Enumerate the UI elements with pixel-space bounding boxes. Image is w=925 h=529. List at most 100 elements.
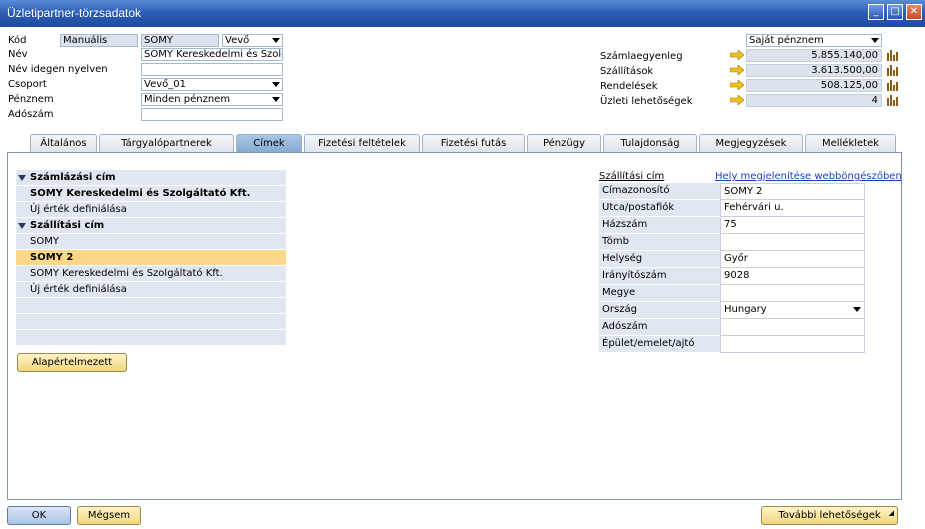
list-item[interactable]: Új érték definiálása <box>16 202 286 218</box>
cancel-button[interactable]: Mégsem <box>77 506 141 525</box>
minimize-icon[interactable]: _ <box>868 4 884 20</box>
partner-type-select[interactable]: Vevő <box>222 34 283 47</box>
link-arrow-icon[interactable] <box>730 80 744 90</box>
county-field[interactable] <box>720 285 865 302</box>
detail-row: Adószám <box>599 319 865 336</box>
currency-select[interactable]: Minden pénznem <box>141 93 283 106</box>
empty-row <box>16 330 286 346</box>
foreign-name-field[interactable] <box>141 63 283 76</box>
maximize-icon[interactable]: □ <box>887 4 903 20</box>
chevron-down-icon <box>871 38 879 43</box>
more-options-button[interactable]: További lehetőségek ◢ <box>761 506 898 525</box>
ok-button[interactable]: OK <box>7 506 71 525</box>
detail-key: Helység <box>599 251 720 268</box>
empty-row <box>16 298 286 314</box>
list-item[interactable]: Új érték definiálása <box>16 282 286 298</box>
balance-currency-select[interactable]: Saját pénznem <box>746 34 882 47</box>
tab-contacts[interactable]: Tárgyalópartnerek <box>99 134 234 153</box>
address-tax-id-field[interactable] <box>720 319 865 336</box>
show-in-browser-link[interactable]: Hely megjelenítése webböngészőben <box>715 171 902 182</box>
detail-row: Épület/emelet/ajtó <box>599 336 865 353</box>
tab-properties[interactable]: Tulajdonság <box>603 134 697 153</box>
orders-value: 508.125,00 <box>746 79 882 92</box>
detail-title: Szállítási cím <box>599 171 665 182</box>
list-item-selected[interactable]: SOMY 2 <box>16 250 286 266</box>
list-item[interactable]: SOMY <box>16 234 286 250</box>
tab-payment-terms[interactable]: Fizetési feltételek <box>304 134 420 153</box>
bar-chart-icon[interactable] <box>886 64 898 76</box>
collapse-icon[interactable] <box>18 223 26 229</box>
code-field[interactable]: SOMY <box>141 34 219 47</box>
partner-type-value: Vevő <box>225 35 250 46</box>
country-value: Hungary <box>724 304 767 315</box>
building-floor-door-field[interactable] <box>720 336 865 353</box>
balance-currency-value: Saját pénznem <box>749 35 824 46</box>
country-select[interactable]: Hungary <box>720 302 865 319</box>
balance-label: Számlaegyenleg <box>600 51 683 62</box>
city-field[interactable]: Győr <box>720 251 865 268</box>
billing-address-header[interactable]: Számlázási cím <box>16 170 286 186</box>
set-default-button[interactable]: Alapértelmezett <box>17 353 127 372</box>
title-bar: Üzletipartner-törzsadatok _ □ ✕ <box>0 0 925 27</box>
deliveries-label: Szállítások <box>600 66 654 77</box>
chevron-down-icon <box>272 82 280 87</box>
empty-row <box>16 314 286 330</box>
tab-addresses[interactable]: Címek <box>236 134 302 153</box>
detail-key: Címazonosító <box>599 183 720 200</box>
chevron-down-icon <box>853 307 861 312</box>
tax-id-field[interactable] <box>141 108 283 121</box>
house-number-field[interactable]: 75 <box>720 217 865 234</box>
tab-general[interactable]: Általános <box>30 134 97 153</box>
bar-chart-icon[interactable] <box>886 94 898 106</box>
address-list: Számlázási cím SOMY Kereskedelmi és Szol… <box>16 170 286 346</box>
group-label: Csoport <box>8 79 47 90</box>
more-options-label: További lehetőségek <box>778 510 881 521</box>
detail-key: Épület/emelet/ajtó <box>599 336 720 353</box>
bar-chart-icon[interactable] <box>886 49 898 61</box>
foreign-name-label: Név idegen nyelven <box>8 64 108 75</box>
street-field[interactable]: Fehérvári u. <box>720 200 865 217</box>
list-item[interactable]: SOMY Kereskedelmi és Szolgáltató Kft. <box>16 186 286 202</box>
link-arrow-icon[interactable] <box>730 95 744 105</box>
detail-key: Tömb <box>599 234 720 251</box>
bar-chart-icon[interactable] <box>886 79 898 91</box>
opportunities-value: 4 <box>746 94 882 107</box>
detail-row: Helység Győr <box>599 251 865 268</box>
tab-remarks[interactable]: Megjegyzések <box>699 134 803 153</box>
detail-row: Megye <box>599 285 865 302</box>
currency-label: Pénznem <box>8 94 54 105</box>
group-select[interactable]: Vevő_01 <box>141 78 283 91</box>
shipping-header-label: Szállítási cím <box>30 220 105 231</box>
tab-payment-run[interactable]: Fizetési futás <box>422 134 525 153</box>
detail-row: Címazonosító SOMY 2 <box>599 183 865 200</box>
detail-key: Utca/postafiók <box>599 200 720 217</box>
collapse-icon[interactable] <box>18 175 26 181</box>
link-arrow-icon[interactable] <box>730 65 744 75</box>
group-value: Vevő_01 <box>144 79 186 90</box>
detail-key: Megye <box>599 285 720 302</box>
link-arrow-icon[interactable] <box>730 50 744 60</box>
balance-value: 5.855.140,00 <box>746 49 882 62</box>
series-field[interactable]: Manuális <box>60 34 138 47</box>
address-id-field[interactable]: SOMY 2 <box>720 183 865 200</box>
dropdown-corner-icon: ◢ <box>888 509 894 517</box>
tab-attachments[interactable]: Mellékletek <box>805 134 896 153</box>
window-client: Kód Manuális SOMY Vevő Név SOMY Keresked… <box>0 27 925 529</box>
detail-row: Házszám 75 <box>599 217 865 234</box>
detail-key: Adószám <box>599 319 720 336</box>
window-title: Üzletipartner-törzsadatok <box>7 6 142 20</box>
kod-label: Kód <box>8 35 27 46</box>
detail-row: Tömb <box>599 234 865 251</box>
opportunities-label: Üzleti lehetőségek <box>600 96 693 107</box>
addresses-panel: Számlázási cím SOMY Kereskedelmi és Szol… <box>7 152 902 500</box>
block-field[interactable] <box>720 234 865 251</box>
zip-code-field[interactable]: 9028 <box>720 268 865 285</box>
list-item[interactable]: SOMY Kereskedelmi és Szolgáltató Kft. <box>16 266 286 282</box>
billing-header-label: Számlázási cím <box>30 172 116 183</box>
name-field[interactable]: SOMY Kereskedelmi és Szolgálta <box>141 48 283 61</box>
detail-row: Utca/postafiók Fehérvári u. <box>599 200 865 217</box>
shipping-address-header[interactable]: Szállítási cím <box>16 218 286 234</box>
tab-accounting[interactable]: Pénzügy <box>527 134 601 153</box>
deliveries-value: 3.613.500,00 <box>746 64 882 77</box>
close-icon[interactable]: ✕ <box>906 4 922 20</box>
